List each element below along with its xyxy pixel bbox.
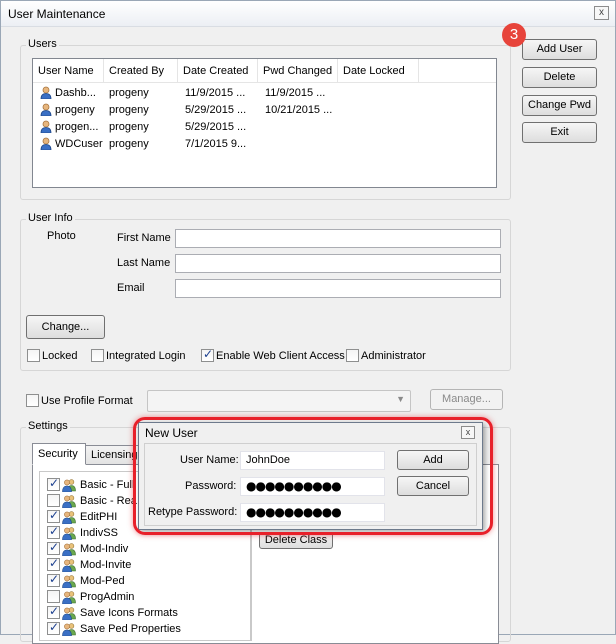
permission-label: IndivSS [80, 527, 118, 539]
user-group-icon [62, 511, 76, 524]
user-icon [40, 137, 52, 150]
window-title: User Maintenance [8, 7, 106, 21]
cell-created-by: progeny [109, 138, 149, 150]
cell-created-by: progeny [109, 87, 149, 99]
column-created-by[interactable]: Created By [104, 59, 178, 83]
user-maintenance-window: User Maintenance x Users User Name Creat… [0, 0, 616, 644]
user-group-icon [62, 575, 76, 588]
cell-user-name: Dashb... [55, 87, 96, 99]
web-client-access-checkbox[interactable] [201, 347, 214, 362]
cell-user-name: WDCuser [55, 138, 103, 150]
permission-checkbox[interactable] [47, 476, 60, 491]
user-group-icon [62, 607, 76, 620]
cell-date-created: 11/9/2015 ... [185, 87, 246, 99]
photo-label: Photo [47, 230, 76, 242]
permission-checkbox[interactable] [47, 604, 60, 619]
first-name-label: First Name [117, 232, 171, 244]
user-group-icon [62, 479, 76, 492]
cell-date-created: 5/29/2015 ... [185, 121, 247, 133]
permission-label: Basic - Full [80, 479, 135, 491]
user-icon [40, 120, 52, 133]
user-group-icon [62, 591, 76, 604]
manage-button[interactable]: Manage... [430, 389, 503, 410]
locked-checkbox[interactable] [27, 349, 40, 362]
change-photo-button[interactable]: Change... [26, 315, 105, 339]
user-group-icon [62, 495, 76, 508]
first-name-input[interactable] [175, 229, 501, 248]
user-icon [40, 86, 52, 99]
permission-label: Mod-Invite [80, 559, 132, 571]
title-bar: User Maintenance x [1, 1, 615, 27]
last-name-input[interactable] [175, 254, 501, 273]
profile-format-select[interactable]: ▼ [147, 390, 411, 412]
email-input[interactable] [175, 279, 501, 298]
permission-checkbox[interactable] [47, 540, 60, 555]
column-date-created[interactable]: Date Created [178, 59, 258, 83]
cell-date-created: 7/1/2015 9... [185, 138, 247, 150]
permission-checkbox[interactable] [47, 620, 60, 635]
permission-label: Mod-Ped [80, 575, 125, 587]
email-label: Email [117, 282, 145, 294]
permission-label: Basic - Rea [80, 495, 137, 507]
exit-button[interactable]: Exit [522, 122, 597, 143]
integrated-login-checkbox[interactable] [91, 349, 104, 362]
permission-label: Save Icons Formats [80, 607, 178, 619]
cell-pwd-changed: 10/21/2015 ... [265, 104, 333, 116]
user-group-icon [62, 623, 76, 636]
permission-checkbox[interactable] [47, 524, 60, 539]
close-icon[interactable]: x [594, 6, 609, 20]
cell-user-name: progen... [55, 121, 99, 133]
user-info-legend: User Info [26, 212, 75, 224]
cell-created-by: progeny [109, 104, 149, 116]
administrator-label: Administrator [361, 350, 426, 362]
permission-label: EditPHI [80, 511, 118, 523]
column-pwd-changed[interactable]: Pwd Changed [258, 59, 338, 83]
permission-checkbox[interactable] [47, 508, 60, 523]
add-user-button[interactable]: Add User [522, 39, 597, 60]
web-client-access-label: Enable Web Client Access [216, 350, 345, 362]
permission-checkbox[interactable] [47, 572, 60, 587]
last-name-label: Last Name [117, 257, 171, 269]
highlight-annotation [133, 417, 493, 535]
tab-security[interactable]: Security [32, 443, 86, 465]
user-group-icon [62, 527, 76, 540]
users-list[interactable]: User Name Created By Date Created Pwd Ch… [32, 58, 497, 188]
permission-label: ProgAdmin [80, 591, 135, 603]
permission-label: Save Ped Properties [80, 623, 181, 635]
integrated-login-label: Integrated Login [106, 350, 186, 362]
locked-label: Locked [42, 350, 78, 362]
cell-user-name: progeny [55, 104, 95, 116]
cell-pwd-changed: 11/9/2015 ... [265, 87, 326, 99]
column-user-name[interactable]: User Name [33, 59, 104, 83]
users-legend: Users [26, 38, 59, 50]
permission-checkbox[interactable] [47, 556, 60, 571]
user-group-icon [62, 559, 76, 572]
cell-date-created: 5/29/2015 ... [185, 104, 247, 116]
settings-legend: Settings [26, 420, 70, 432]
permission-checkbox[interactable] [47, 494, 60, 507]
use-profile-format-label: Use Profile Format [41, 395, 133, 407]
users-list-header: User Name Created By Date Created Pwd Ch… [33, 59, 496, 83]
chevron-down-icon: ▼ [396, 394, 405, 404]
change-pwd-button[interactable]: Change Pwd [522, 95, 597, 116]
permission-checkbox[interactable] [47, 590, 60, 603]
user-group-icon [62, 543, 76, 556]
delete-button[interactable]: Delete [522, 67, 597, 88]
permission-label: Mod-Indiv [80, 543, 129, 555]
user-icon [40, 103, 52, 116]
use-profile-format-checkbox[interactable] [26, 394, 39, 407]
administrator-checkbox[interactable] [346, 349, 359, 362]
column-date-locked[interactable]: Date Locked [338, 59, 419, 83]
step-badge: 3 [502, 23, 526, 47]
cell-created-by: progeny [109, 121, 149, 133]
